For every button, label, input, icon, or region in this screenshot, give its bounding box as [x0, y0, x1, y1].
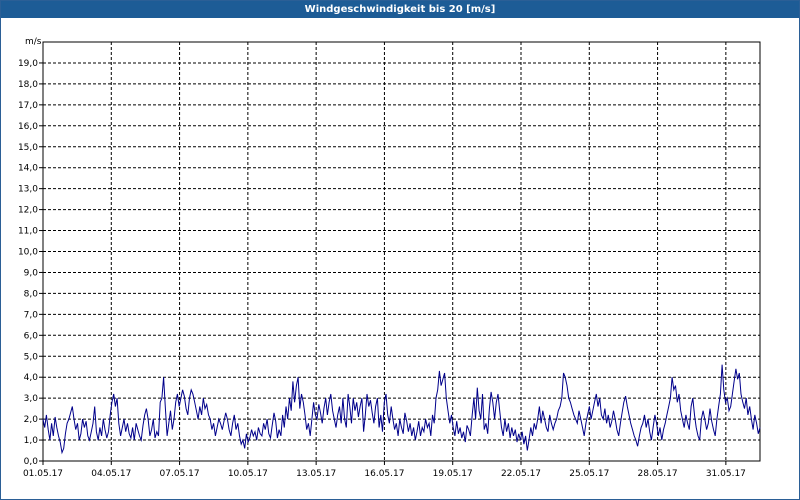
x-tick-label: 04.05.17	[91, 469, 131, 479]
grid-lines	[43, 42, 760, 461]
y-tick-label: 2,0	[24, 415, 39, 425]
y-tick-label: 9,0	[24, 268, 39, 278]
y-tick-label: 15,0	[18, 143, 38, 153]
y-tick-label: 8,0	[24, 289, 39, 299]
y-tick-labels: 0,0 1,0 2,0 3,0 4,0 5,0 6,0 7,0 8,0 9,0 10,0 11,0 12…	[18, 59, 43, 467]
x-tick-label: 25.05.17	[569, 469, 609, 479]
x-tick-labels: 01.05.17 04.05.17 07.05.17 10.05.17 13.05.17…	[23, 461, 746, 479]
y-tick-label: 0,0	[24, 457, 39, 467]
series-line-wind-speed	[42, 364, 761, 455]
x-tick-label: 01.05.17	[23, 469, 63, 479]
y-tick-label: 16,0	[18, 122, 38, 132]
y-tick-label: 10,0	[18, 248, 38, 258]
x-tick-label: 31.05.17	[706, 469, 746, 479]
x-tick-label: 07.05.17	[160, 469, 200, 479]
chart-window: Windgeschwindigkeit bis 20 [m/s] m/s 0,0…	[0, 0, 800, 500]
x-tick-label: 22.05.17	[501, 469, 541, 479]
x-tick-label: 16.05.17	[364, 469, 404, 479]
y-tick-label: 17,0	[18, 101, 38, 111]
y-tick-label: 14,0	[18, 164, 38, 174]
y-tick-label: 7,0	[24, 310, 39, 320]
y-tick-label: 6,0	[24, 331, 39, 341]
y-tick-label: 11,0	[18, 227, 38, 237]
x-tick-label: 13.05.17	[296, 469, 336, 479]
y-tick-label: 3,0	[24, 394, 39, 404]
y-tick-label: 4,0	[24, 373, 39, 383]
y-tick-label: 19,0	[18, 59, 38, 69]
x-tick-label: 19.05.17	[433, 469, 473, 479]
y-tick-label: 18,0	[18, 80, 38, 90]
window-title: Windgeschwindigkeit bis 20 [m/s]	[1, 1, 799, 18]
y-tick-label: 12,0	[18, 206, 38, 216]
y-axis-label: m/s	[25, 37, 42, 47]
x-tick-label: 28.05.17	[638, 469, 678, 479]
x-tick-label: 10.05.17	[228, 469, 268, 479]
y-tick-label: 1,0	[24, 436, 39, 446]
y-tick-label: 13,0	[18, 185, 38, 195]
y-tick-label: 5,0	[24, 352, 39, 362]
chart-svg: m/s 0,0 1,0 2,0 3,0 4,0 5,0 6,0 7,0 8,0 9,0 10,0 11…	[18, 37, 761, 479]
